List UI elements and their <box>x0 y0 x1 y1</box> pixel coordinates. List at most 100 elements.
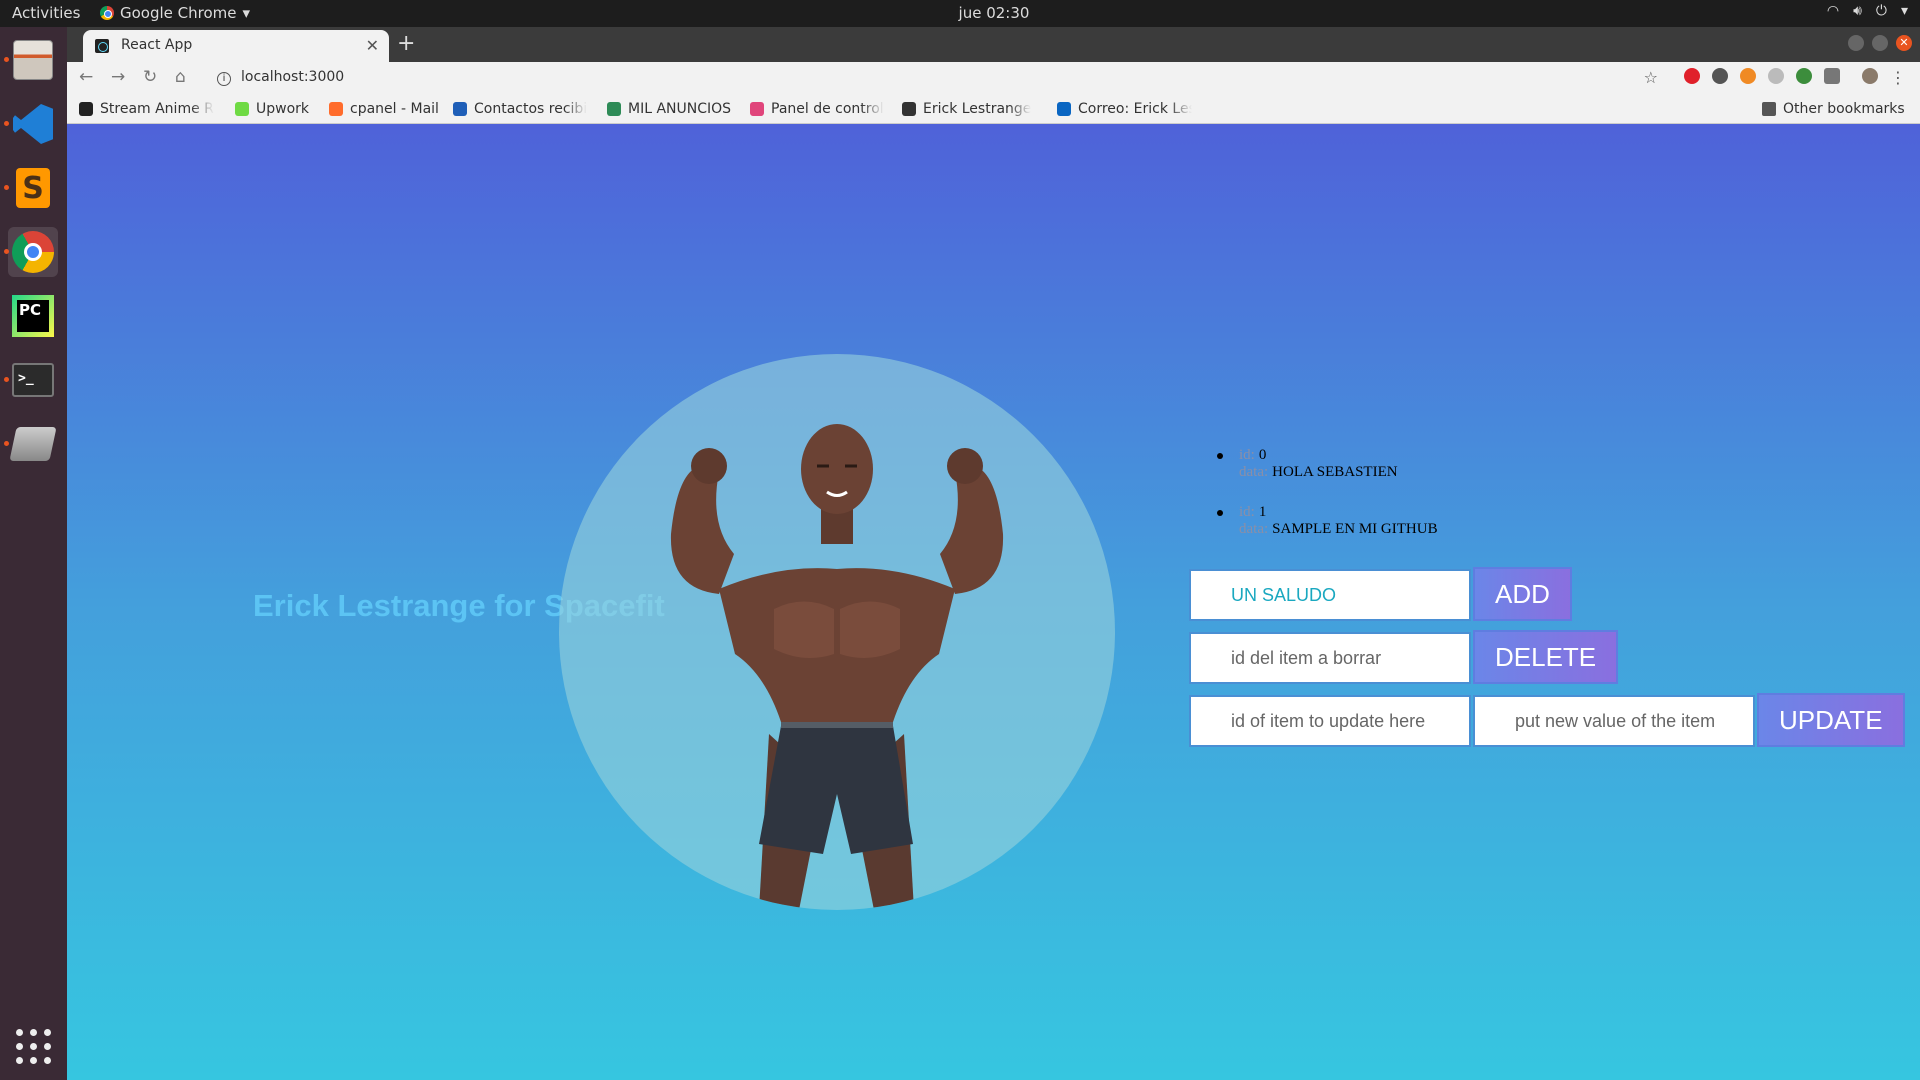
printer-icon <box>9 427 57 461</box>
update-id-input[interactable] <box>1189 695 1471 747</box>
extension-icon[interactable] <box>1712 68 1728 84</box>
url-text: localhost:3000 <box>241 69 345 85</box>
terminal-icon: >_ <box>12 363 54 397</box>
address-bar[interactable]: i localhost:3000 <box>217 69 344 86</box>
tab-title: React App <box>121 37 193 53</box>
camera-icon[interactable] <box>1824 68 1840 84</box>
dock-chrome[interactable] <box>4 227 58 277</box>
tab-react-app[interactable]: React App ✕ <box>83 30 389 62</box>
volume-icon: 🔊︎ <box>1853 3 1862 19</box>
maximize-button[interactable] <box>1872 35 1888 51</box>
hero-image <box>559 354 1115 910</box>
bookmark-item[interactable]: Contactos recibi <box>453 101 587 117</box>
update-button[interactable]: UPDATE <box>1757 693 1905 747</box>
dock-terminal[interactable]: >_ <box>4 355 58 405</box>
delete-button[interactable]: DELETE <box>1473 630 1619 684</box>
id-label: id: <box>1239 504 1255 520</box>
extension-icon[interactable] <box>1796 68 1812 84</box>
item-id: 1 <box>1258 504 1267 520</box>
bookmark-icon <box>329 102 343 116</box>
sublime-text-icon: S <box>16 168 50 208</box>
other-bookmarks[interactable]: Other bookmarks <box>1762 101 1905 117</box>
window-controls: ✕ <box>1848 35 1912 51</box>
bookmark-item[interactable]: MIL ANUNCIOS <box>607 101 731 117</box>
list-item: id: 0 data: HOLA SEBASTIEN <box>1217 447 1438 481</box>
clock[interactable]: jue 02:30 <box>0 4 1920 22</box>
back-icon[interactable]: ← <box>79 67 93 87</box>
system-tray[interactable]: ◠ 🔊︎ ⏻ ▾ <box>1827 3 1908 19</box>
react-favicon-icon <box>95 39 109 53</box>
bookmark-icon <box>235 102 249 116</box>
bookmark-label: cpanel - Mail <box>350 101 439 117</box>
data-label: data: <box>1239 521 1269 537</box>
bookmark-label: Correo: Erick Les <box>1078 101 1192 117</box>
extensions-area: ☆ ⋮ <box>1644 68 1906 87</box>
system-top-bar: Activities Google Chrome ▾ jue 02:30 ◠ 🔊… <box>0 0 1920 27</box>
dock-pycharm[interactable]: PC <box>8 291 58 341</box>
running-indicator <box>4 377 9 382</box>
bookmark-item[interactable]: Correo: Erick Les <box>1057 101 1192 117</box>
dock: S PC >_ <box>0 27 67 1080</box>
update-value-input[interactable] <box>1473 695 1755 747</box>
dock-files[interactable] <box>4 35 58 85</box>
bookmark-icon <box>750 102 764 116</box>
opera-extension-icon[interactable] <box>1684 68 1700 84</box>
item-data: SAMPLE EN MI GITHUB <box>1272 521 1438 537</box>
reload-icon[interactable]: ↻ <box>143 67 157 87</box>
list-item: id: 1 data: SAMPLE EN MI GITHUB <box>1217 504 1438 538</box>
app-grid-icon <box>15 1028 51 1064</box>
info-icon[interactable]: i <box>217 72 231 86</box>
app-page: Erick Lestrange for Spacefit id: 0 data:… <box>67 124 1920 1080</box>
vscode-icon <box>13 104 53 144</box>
add-item-input[interactable] <box>1189 569 1471 621</box>
extension-icon[interactable] <box>1740 68 1756 84</box>
items-list: id: 0 data: HOLA SEBASTIEN id: 1 data: SAMPL… <box>1217 447 1438 561</box>
running-indicator <box>4 441 9 446</box>
data-label: data: <box>1239 464 1269 480</box>
close-tab-icon[interactable]: ✕ <box>366 36 379 55</box>
bookmark-item[interactable]: Stream Anime R <box>79 101 214 117</box>
bookmark-icon <box>607 102 621 116</box>
bodybuilder-illustration <box>670 424 1004 910</box>
running-indicator <box>4 249 9 254</box>
new-tab-button[interactable]: + <box>397 31 415 56</box>
bookmark-icon <box>79 102 93 116</box>
forward-icon[interactable]: → <box>111 67 125 87</box>
dock-sublime[interactable]: S <box>4 163 58 213</box>
bookmark-item[interactable]: Panel de control <box>750 101 884 117</box>
files-icon <box>13 40 53 80</box>
delete-id-input[interactable] <box>1189 632 1471 684</box>
browser-toolbar: ← → ↻ ⌂ i localhost:3000 ☆ ⋮ <box>67 62 1920 94</box>
show-applications-button[interactable] <box>8 1021 58 1071</box>
profile-avatar[interactable] <box>1862 68 1878 84</box>
add-button[interactable]: ADD <box>1473 567 1572 621</box>
bookmark-item[interactable]: cpanel - Mail <box>329 101 439 117</box>
running-indicator <box>4 185 9 190</box>
menu-icon[interactable]: ⋮ <box>1890 68 1906 87</box>
browser-window: React App ✕ + ✕ ← → ↻ ⌂ i localhost:3000 … <box>67 27 1920 1080</box>
folder-icon <box>1762 102 1776 116</box>
chrome-icon <box>12 231 54 273</box>
bookmark-icon <box>1057 102 1071 116</box>
home-icon[interactable]: ⌂ <box>175 67 186 87</box>
bookmarks-bar: Stream Anime R Upwork cpanel - Mail Cont… <box>67 94 1920 124</box>
item-data: HOLA SEBASTIEN <box>1272 464 1398 480</box>
share-icon[interactable] <box>1768 68 1784 84</box>
bookmark-item[interactable]: Erick Lestrange <box>902 101 1031 117</box>
minimize-button[interactable] <box>1848 35 1864 51</box>
bookmark-label: Upwork <box>256 101 310 117</box>
item-id: 0 <box>1258 447 1267 463</box>
running-indicator <box>4 57 9 62</box>
dock-vscode[interactable] <box>4 99 58 149</box>
id-label: id: <box>1239 447 1255 463</box>
bookmark-item[interactable]: Upwork <box>235 101 309 117</box>
close-window-button[interactable]: ✕ <box>1896 35 1912 51</box>
power-icon: ⏻ <box>1875 3 1887 19</box>
dock-printer[interactable] <box>4 419 58 469</box>
star-icon[interactable]: ☆ <box>1644 68 1658 87</box>
bookmark-icon <box>902 102 916 116</box>
bookmark-label: Stream Anime R <box>100 101 214 117</box>
pycharm-icon: PC <box>12 295 54 337</box>
bookmark-label: Erick Lestrange <box>923 101 1032 117</box>
bookmark-label: MIL ANUNCIOS <box>628 101 732 117</box>
